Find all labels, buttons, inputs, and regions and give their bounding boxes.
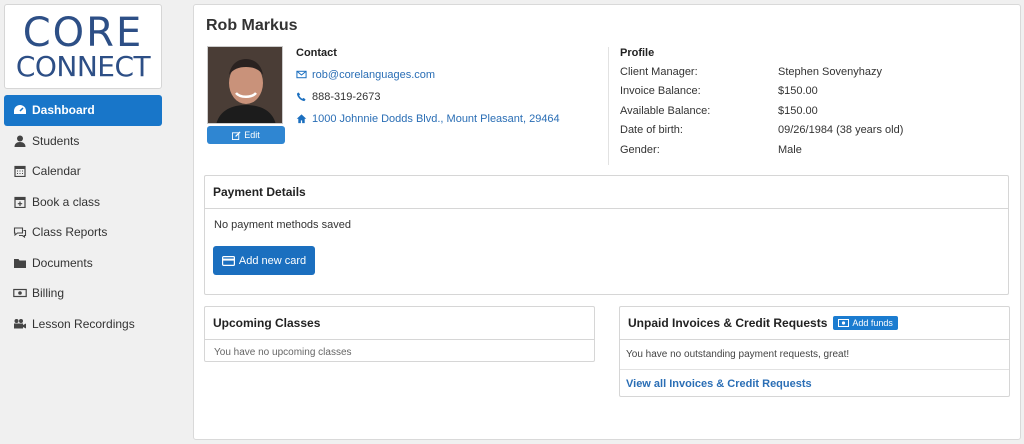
unpaid-invoices-panel: Unpaid Invoices & Credit Requests Add fu… [619, 306, 1010, 397]
edit-profile-button[interactable]: Edit [207, 126, 285, 144]
sidebar-item-lesson-recordings[interactable]: Lesson Recordings [4, 309, 162, 340]
core-connect-logo[interactable]: CORE CONNECT [4, 4, 162, 89]
phone-icon [296, 92, 306, 102]
page-title: Rob Markus [206, 17, 298, 34]
no-upcoming-classes-text: You have no upcoming classes [214, 347, 352, 358]
edit-button-label: Edit [244, 130, 260, 140]
sidebar-item-label: Documents [32, 255, 93, 270]
sidebar-item-calendar[interactable]: Calendar [4, 156, 162, 187]
credit-card-icon [221, 255, 235, 266]
profile-row-date-of-birth: Date of birth: 09/26/1984 (38 years old) [620, 121, 1020, 141]
profile-row-client-manager: Client Manager: Stephen Sovenyhazy [620, 62, 1020, 82]
comments-icon [13, 226, 27, 239]
profile-photo [207, 46, 283, 124]
sidebar-item-label: Lesson Recordings [32, 316, 135, 331]
view-all-invoices-link[interactable]: View all Invoices & Credit Requests [626, 378, 812, 390]
home-icon [296, 114, 307, 124]
sidebar-item-documents[interactable]: Documents [4, 248, 162, 279]
contact-phone: 888-319-2673 [312, 90, 381, 103]
profile-value: $150.00 [778, 85, 818, 98]
calendar-plus-icon [13, 196, 27, 208]
calendar-icon [13, 165, 27, 178]
profile-row-invoice-balance: Invoice Balance: $150.00 [620, 82, 1020, 102]
payment-details-title: Payment Details [205, 176, 1008, 209]
add-new-card-label: Add new card [238, 254, 307, 267]
profile-key: Gender: [620, 143, 660, 156]
sidebar-nav: Dashboard Students Calendar Book a class… [4, 95, 162, 339]
profile-key: Available Balance: [620, 104, 711, 117]
folder-icon [13, 257, 27, 269]
sidebar-item-students[interactable]: Students [4, 126, 162, 157]
sidebar-item-label: Students [32, 133, 80, 148]
section-divider [608, 47, 609, 165]
unpaid-invoices-header: Unpaid Invoices & Credit Requests Add fu… [620, 307, 1009, 340]
contact-section: Contact rob@corelanguages.com 888-319-26… [296, 47, 601, 125]
add-funds-button[interactable]: Add funds [833, 316, 898, 330]
sidebar-item-label: Class Reports [32, 225, 108, 240]
no-payment-methods-text: No payment methods saved [214, 219, 351, 231]
profile-title: Profile [620, 47, 655, 59]
user-icon [13, 135, 27, 147]
profile-key: Invoice Balance: [620, 85, 701, 98]
money-icon [13, 287, 27, 299]
contact-email-row: rob@corelanguages.com [296, 68, 601, 81]
money-icon [838, 319, 850, 327]
profile-row-gender: Gender: Male [620, 140, 1020, 160]
contact-address-row: 1000 Johnnie Dodds Blvd., Mount Pleasant… [296, 112, 601, 125]
profile-row-available-balance: Available Balance: $150.00 [620, 101, 1020, 121]
video-camera-icon [13, 318, 27, 330]
profile-value: 09/26/1984 (38 years old) [778, 124, 904, 137]
profile-value: Stephen Sovenyhazy [778, 65, 882, 78]
contact-phone-row: 888-319-2673 [296, 90, 601, 103]
profile-key: Date of birth: [620, 124, 683, 137]
sidebar: CORE CONNECT Dashboard Students Calendar [0, 0, 168, 444]
profile-section: Profile Client Manager: Stephen Sovenyha… [620, 47, 1020, 160]
profile-value: Male [778, 143, 802, 156]
sidebar-item-dashboard[interactable]: Dashboard [4, 95, 162, 126]
sidebar-item-book-a-class[interactable]: Book a class [4, 187, 162, 218]
logo-line2: CONNECT [15, 50, 151, 83]
sidebar-item-label: Dashboard [32, 103, 95, 118]
contact-address-link[interactable]: 1000 Johnnie Dodds Blvd., Mount Pleasant… [312, 113, 560, 125]
envelope-icon [296, 70, 307, 79]
no-outstanding-requests-text: You have no outstanding payment requests… [626, 349, 850, 360]
profile-key: Client Manager: [620, 65, 698, 78]
upcoming-classes-title: Upcoming Classes [205, 307, 594, 340]
dashboard-content: Rob Markus Edit Contact rob@corelanguage… [193, 4, 1021, 440]
divider [620, 369, 1009, 370]
dashboard-icon [13, 104, 27, 116]
unpaid-invoices-title: Unpaid Invoices & Credit Requests [628, 316, 828, 330]
add-funds-label: Add funds [852, 318, 893, 328]
contact-email-link[interactable]: rob@corelanguages.com [312, 69, 435, 81]
sidebar-item-label: Billing [32, 286, 65, 301]
sidebar-item-label: Book a class [32, 194, 101, 209]
sidebar-item-label: Calendar [32, 164, 81, 179]
payment-details-panel: Payment Details No payment methods saved… [204, 175, 1009, 295]
upcoming-classes-panel: Upcoming Classes You have no upcoming cl… [204, 306, 595, 362]
profile-value: $150.00 [778, 104, 818, 117]
sidebar-item-class-reports[interactable]: Class Reports [4, 217, 162, 248]
contact-title: Contact [296, 47, 337, 59]
edit-icon [232, 130, 241, 140]
add-new-card-button[interactable]: Add new card [213, 246, 315, 275]
sidebar-item-billing[interactable]: Billing [4, 278, 162, 309]
logo-line1: CORE [22, 10, 144, 56]
